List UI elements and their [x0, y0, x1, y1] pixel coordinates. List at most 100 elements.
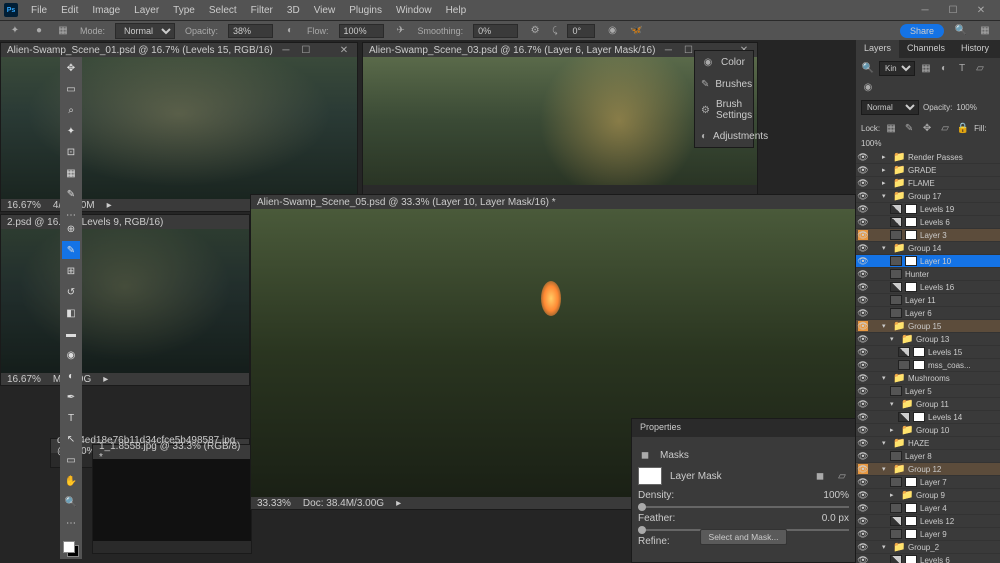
close-icon[interactable]: ✕ [974, 3, 988, 17]
search-icon[interactable]: 🔍 [954, 24, 968, 38]
menu-edit[interactable]: Edit [54, 3, 85, 18]
angle-input[interactable]: 0° [567, 24, 595, 38]
canvas[interactable] [1, 57, 357, 199]
minimize-icon[interactable]: ─ [661, 43, 675, 57]
pressure-opacity-icon[interactable]: ◐ [283, 24, 297, 38]
expand-icon[interactable]: ▾ [882, 543, 890, 551]
select-and-mask-button[interactable]: Select and Mask... [700, 529, 788, 545]
filter-kind-select[interactable]: Kind [879, 61, 915, 76]
lasso-tool[interactable]: ⌕ [62, 101, 80, 119]
crop-tool[interactable]: ⊡ [62, 143, 80, 161]
blur-tool[interactable]: ◉ [62, 346, 80, 364]
visibility-icon[interactable]: 👁 [858, 217, 868, 227]
filter-adj-icon[interactable]: ◐ [937, 62, 951, 76]
visibility-icon[interactable]: 👁 [858, 503, 868, 513]
fill-value[interactable]: 100% [861, 139, 881, 148]
visibility-icon[interactable]: 👁 [858, 490, 868, 500]
brush-tool-icon[interactable]: ✦ [8, 24, 22, 38]
visibility-icon[interactable]: 👁 [858, 464, 868, 474]
layer-row[interactable]: 👁Levels 12 [856, 515, 1000, 528]
layer-list[interactable]: 👁▸📁Render Passes👁▸📁GRADE👁▸📁FLAME👁▾📁Group… [856, 151, 1000, 563]
layer-row[interactable]: 👁Levels 16 [856, 281, 1000, 294]
layer-row[interactable]: 👁▾📁Group 15 [856, 320, 1000, 333]
menu-file[interactable]: File [24, 3, 54, 18]
zoom-value[interactable]: 16.67% [7, 374, 41, 385]
lock-pos-icon[interactable]: ✥ [920, 121, 934, 135]
layer-row[interactable]: 👁Layer 7 [856, 476, 1000, 489]
flow-input[interactable]: 100% [339, 24, 384, 38]
tab-layers[interactable]: Layers [856, 40, 899, 58]
workspace-icon[interactable]: ▦ [978, 24, 992, 38]
menu-filter[interactable]: Filter [244, 3, 280, 18]
layer-row[interactable]: 👁▸📁Group 10 [856, 424, 1000, 437]
visibility-icon[interactable]: 👁 [858, 152, 868, 162]
visibility-icon[interactable]: 👁 [858, 256, 868, 266]
dodge-tool[interactable]: ◐ [62, 367, 80, 385]
visibility-icon[interactable]: 👁 [858, 451, 868, 461]
vector-mask-icon[interactable]: ▱ [835, 469, 849, 483]
visibility-icon[interactable]: 👁 [858, 347, 868, 357]
visibility-icon[interactable]: 👁 [858, 308, 868, 318]
mask-thumb[interactable] [638, 467, 662, 485]
visibility-icon[interactable]: 👁 [858, 438, 868, 448]
layer-row[interactable]: 👁▸📁Group 9 [856, 489, 1000, 502]
density-value[interactable]: 100% [823, 490, 849, 501]
visibility-icon[interactable]: 👁 [858, 477, 868, 487]
symmetry-icon[interactable]: 🦋 [629, 24, 643, 38]
airbrush-icon[interactable]: ✈ [394, 24, 408, 38]
lock-pixel-icon[interactable]: ✎ [902, 121, 916, 135]
more-tools-2[interactable]: ⋯ [62, 514, 80, 532]
layer-row[interactable]: 👁Layer 9 [856, 528, 1000, 541]
flyout-adjustments[interactable]: ◐Adjustments [695, 125, 753, 147]
expand-icon[interactable]: ▸ [882, 179, 890, 187]
stamp-tool[interactable]: ⊞ [62, 262, 80, 280]
maximize-icon[interactable]: ☐ [946, 3, 960, 17]
expand-icon[interactable]: ▸ [890, 491, 898, 499]
document-window-6[interactable]: 1_1.8558.jpg @ 33.3% (RGB/8) * [92, 444, 252, 554]
history-brush-tool[interactable]: ↺ [62, 283, 80, 301]
visibility-icon[interactable]: 👁 [858, 269, 868, 279]
flyout-brushes[interactable]: ✎Brushes [695, 73, 753, 95]
eraser-tool[interactable]: ◧ [62, 304, 80, 322]
layer-row[interactable]: 👁Layer 3 [856, 229, 1000, 242]
expand-icon[interactable]: ▾ [882, 322, 890, 330]
menu-window[interactable]: Window [389, 3, 439, 18]
layer-row[interactable]: 👁▸📁GRADE [856, 164, 1000, 177]
flyout-color[interactable]: ◉Color [695, 51, 753, 73]
pressure-size-icon[interactable]: ◉ [605, 24, 619, 38]
feather-value[interactable]: 0.0 px [822, 513, 849, 524]
move-tool[interactable]: ✥ [62, 59, 80, 77]
pen-tool[interactable]: ✒ [62, 388, 80, 406]
brush-preset-icon[interactable]: ● [32, 24, 46, 38]
flyout-brush-settings[interactable]: ⚙Brush Settings [695, 95, 753, 125]
share-button[interactable]: Share [900, 24, 944, 38]
visibility-icon[interactable]: 👁 [858, 412, 868, 422]
visibility-icon[interactable]: 👁 [858, 243, 868, 253]
menu-type[interactable]: Type [166, 3, 202, 18]
expand-icon[interactable]: ▾ [890, 400, 898, 408]
layer-row[interactable]: 👁▾📁Group 13 [856, 333, 1000, 346]
layer-row[interactable]: 👁Levels 19 [856, 203, 1000, 216]
visibility-icon[interactable]: 👁 [858, 334, 868, 344]
menu-help[interactable]: Help [439, 3, 474, 18]
menu-plugins[interactable]: Plugins [342, 3, 389, 18]
canvas[interactable] [1, 229, 249, 373]
opacity-input[interactable]: 38% [228, 24, 273, 38]
lock-trans-icon[interactable]: ▦ [884, 121, 898, 135]
document-window-1[interactable]: Alien-Swamp_Scene_01.psd @ 16.7% (Levels… [0, 42, 358, 212]
lock-all-icon[interactable]: 🔒 [956, 121, 970, 135]
zoom-value[interactable]: 33.33% [257, 498, 291, 509]
visibility-icon[interactable]: 👁 [858, 321, 868, 331]
menu-3d[interactable]: 3D [280, 3, 307, 18]
layer-row[interactable]: 👁Layer 11 [856, 294, 1000, 307]
expand-icon[interactable]: ▾ [882, 465, 890, 473]
visibility-icon[interactable]: 👁 [858, 542, 868, 552]
expand-icon[interactable]: ▸ [882, 153, 890, 161]
visibility-icon[interactable]: 👁 [858, 360, 868, 370]
layer-row[interactable]: 👁Layer 6 [856, 307, 1000, 320]
wand-tool[interactable]: ✦ [62, 122, 80, 140]
visibility-icon[interactable]: 👁 [858, 529, 868, 539]
visibility-icon[interactable]: 👁 [858, 178, 868, 188]
layer-row[interactable]: 👁Layer 10 [856, 255, 1000, 268]
menu-view[interactable]: View [307, 3, 343, 18]
